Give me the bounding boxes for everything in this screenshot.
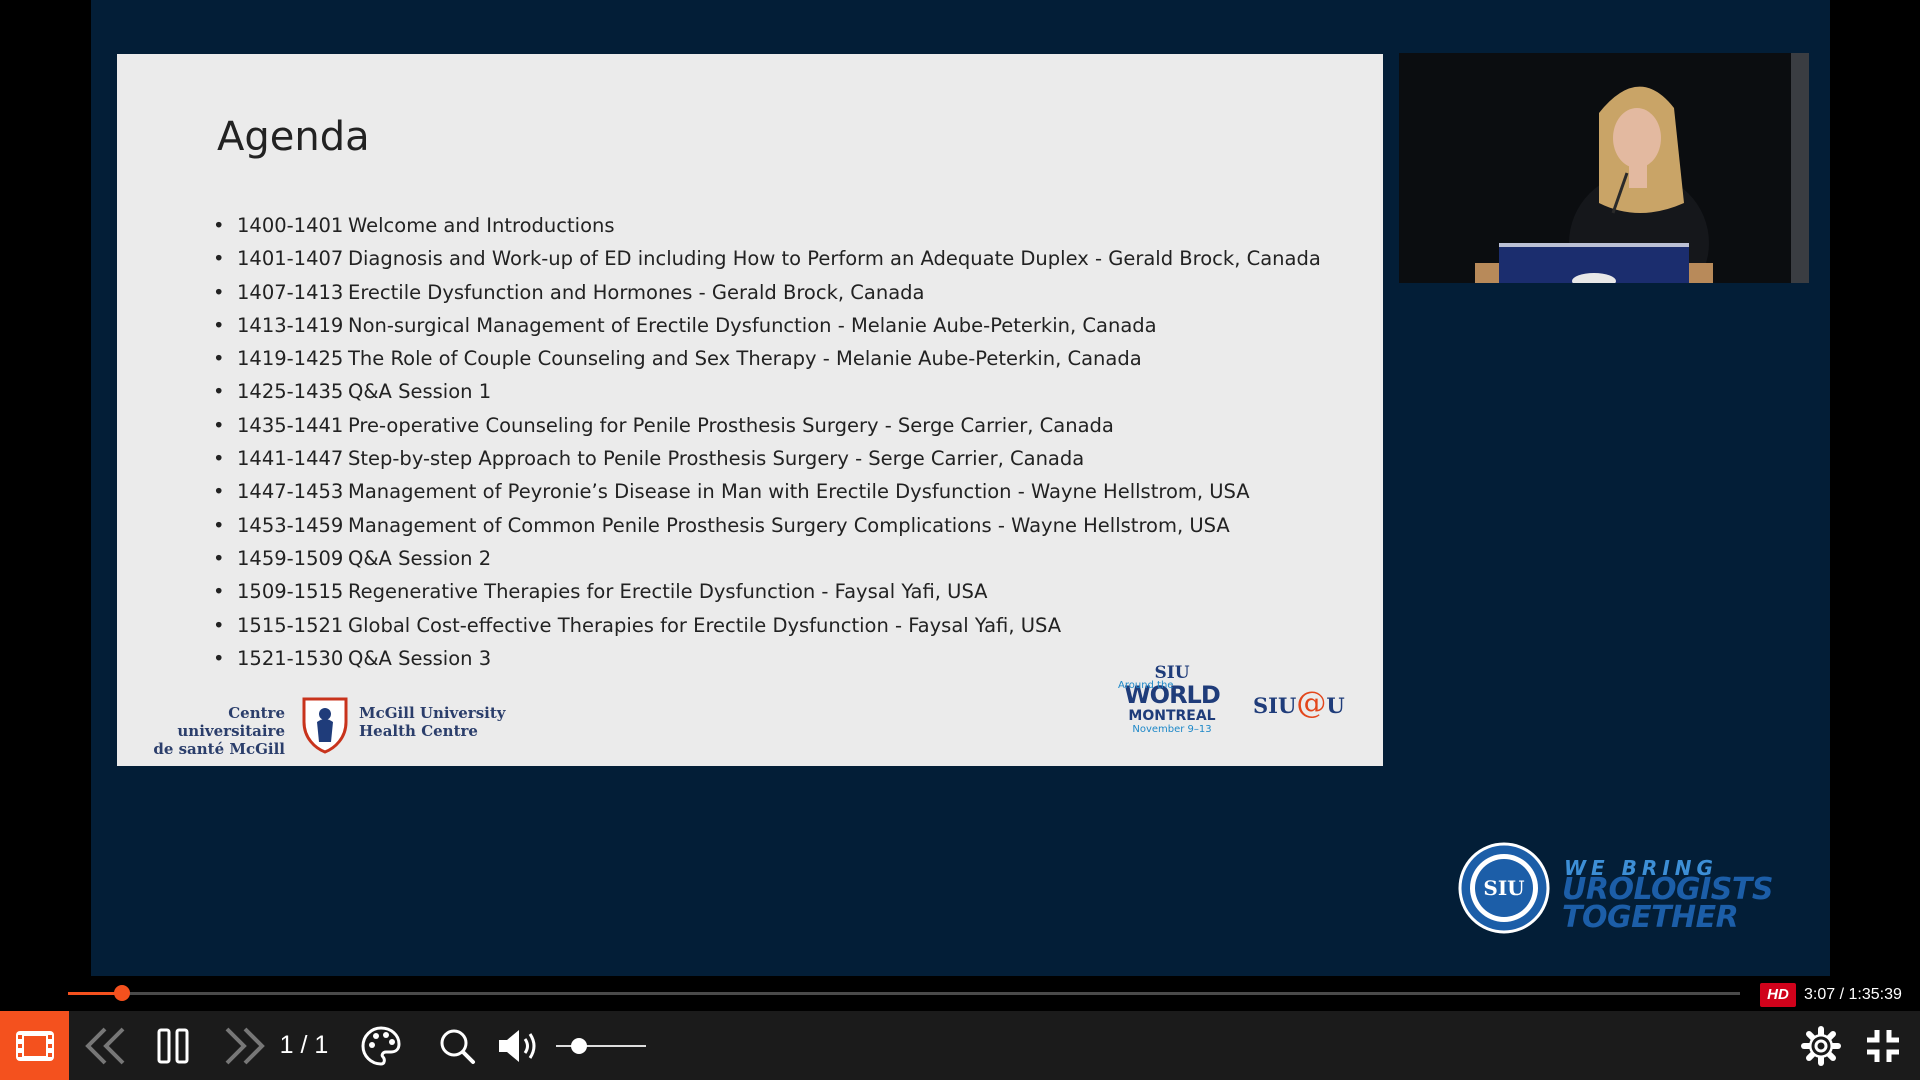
siu-world-city: MONTREAL (1128, 708, 1216, 724)
agenda-item: 1459-1509Q&A Session 2 (213, 542, 1321, 576)
agenda-time: 1509-1515 (237, 580, 344, 604)
agenda-item: 1425-1435Q&A Session 1 (213, 375, 1321, 409)
agenda-time: 1459-1509 (237, 546, 344, 570)
palette-icon (361, 1025, 401, 1066)
siu-around-the-world-logo: SIU Around the WORLD MONTREAL November 9… (1117, 664, 1227, 754)
agenda-topic: The Role of Couple Counseling and Sex Th… (348, 347, 1142, 371)
agenda-time: 1453-1459 (237, 513, 344, 537)
exit-fullscreen-button[interactable] (1858, 1011, 1908, 1080)
agenda-topic: Erectile Dysfunction and Hormones - Gera… (348, 280, 925, 304)
page-indicator: 1 / 1 (279, 1031, 329, 1059)
cusm-muhc-logo: Centre universitaire de santé McGill McG… (133, 694, 513, 758)
cusm-name-line: de santé McGill (153, 740, 285, 758)
double-chevron-left-icon (85, 1027, 125, 1064)
agenda-topic: Welcome and Introductions (348, 214, 615, 237)
agenda-time: 1401-1407 (237, 247, 344, 271)
agenda-time: 1407-1413 (237, 280, 344, 304)
siu-at-u-logo: SIU@U (1253, 686, 1345, 721)
siu-seal-logo: SIU (1458, 842, 1550, 934)
agenda-time: 1515-1521 (237, 613, 344, 637)
agenda-item: 1453-1459Management of Common Penile Pro… (213, 509, 1321, 543)
presentation-slide: Agenda 1400-1401Welcome and Introduction… (117, 54, 1383, 766)
agenda-topic: Diagnosis and Work-up of ED including Ho… (348, 247, 1321, 271)
cusm-french-name: Centre universitaire de santé McGill (133, 704, 285, 758)
siu-at-u-prefix: SIU (1253, 693, 1297, 718)
agenda-topic: Q&A Session 2 (348, 546, 492, 570)
player-control-bar: 1 / 1 (0, 1011, 1920, 1080)
agenda-topic: Step-by-step Approach to Penile Prosthes… (348, 447, 1085, 471)
slide-title: Agenda (217, 114, 370, 160)
previous-button[interactable] (78, 1011, 134, 1080)
next-button[interactable] (216, 1011, 272, 1080)
pause-icon (157, 1028, 189, 1063)
agenda-topic: Management of Common Penile Prosthesis S… (348, 513, 1230, 537)
agenda-topic: Q&A Session 3 (348, 646, 492, 670)
volume-button[interactable] (494, 1011, 544, 1080)
siu-at-u-at: @ (1296, 686, 1327, 721)
agenda-item: 1413-1419Non-surgical Management of Erec… (213, 309, 1321, 343)
agenda-time: 1441-1447 (237, 447, 344, 471)
pause-button[interactable] (150, 1011, 196, 1080)
agenda-item: 1447-1453Management of Peyronie’s Diseas… (213, 475, 1321, 509)
agenda-time: 1425-1435 (237, 380, 344, 404)
settings-button[interactable] (1796, 1011, 1846, 1080)
film-strip-icon (15, 1030, 54, 1061)
video-stage[interactable]: Agenda 1400-1401Welcome and Introduction… (91, 0, 1830, 976)
zoom-button[interactable] (432, 1011, 482, 1080)
speaker-icon (499, 1029, 536, 1062)
agenda-topic: Pre-operative Counseling for Penile Pros… (348, 413, 1114, 437)
agenda-time: 1447-1453 (237, 480, 344, 504)
time-display: 3:07 / 1:35:39 (1804, 986, 1902, 1003)
shield-icon (302, 697, 348, 754)
chapters-button[interactable] (0, 1011, 69, 1080)
agenda-time: 1419-1425 (237, 347, 344, 371)
agenda-topic: Non-surgical Management of Erectile Dysf… (348, 313, 1157, 337)
agenda-item: 1401-1407Diagnosis and Work-up of ED inc… (213, 242, 1321, 276)
siu-seal-text: SIU (1483, 876, 1524, 900)
volume-handle[interactable] (570, 1038, 587, 1054)
palette-button[interactable] (356, 1011, 406, 1080)
muhc-name-line: McGill University (359, 704, 506, 722)
muhc-english-name: McGill University Health Centre (359, 704, 506, 740)
volume-slider[interactable] (556, 1045, 646, 1047)
agenda-item: 1441-1447Step-by-step Approach to Penile… (213, 442, 1321, 476)
siu-world-around: Around the (1118, 680, 1174, 691)
agenda-topic: Regenerative Therapies for Erectile Dysf… (348, 580, 988, 604)
agenda-topic: Global Cost-effective Therapies for Erec… (348, 613, 1062, 637)
hd-badge[interactable]: HD (1760, 983, 1796, 1007)
double-chevron-right-icon (225, 1027, 265, 1064)
agenda-topic: Management of Peyronie’s Disease in Man … (348, 480, 1250, 504)
agenda-time: 1521-1530 (237, 646, 344, 670)
agenda-item: 1419-1425The Role of Couple Counseling a… (213, 342, 1321, 376)
agenda-item: 1435-1441Pre-operative Counseling for Pe… (213, 409, 1321, 443)
compress-icon (1867, 1029, 1899, 1062)
progress-bar[interactable] (68, 985, 1740, 1001)
agenda-item: 1400-1401Welcome and Introductions (213, 209, 1321, 243)
agenda-time: 1400-1401 (237, 214, 344, 237)
agenda-item: 1407-1413Erectile Dysfunction and Hormon… (213, 276, 1321, 310)
brand-tagline-main: UROLOGISTS TOGETHER (1562, 875, 1773, 935)
brand-tagline-line3: TOGETHER (1562, 900, 1739, 935)
siu-brand-banner: SIU WE BRING UROLOGISTS TOGETHER (1458, 842, 1773, 934)
siu-at-u-suffix: U (1326, 693, 1345, 718)
gear-icon (1801, 1025, 1841, 1066)
agenda-time: 1413-1419 (237, 313, 344, 337)
agenda-item: 1515-1521Global Cost-effective Therapies… (213, 609, 1321, 643)
agenda-item: 1509-1515Regenerative Therapies for Erec… (213, 575, 1321, 609)
muhc-name-line: Health Centre (359, 722, 478, 740)
agenda-topic: Q&A Session 1 (348, 380, 492, 404)
magnifier-icon (440, 1029, 475, 1064)
cusm-name-line: Centre universitaire (177, 704, 285, 740)
siu-world-dates: November 9–13 (1132, 724, 1212, 735)
agenda-list: 1400-1401Welcome and Introductions 1401-… (213, 209, 1321, 675)
speaker-image (1399, 53, 1809, 283)
agenda-time: 1435-1441 (237, 413, 344, 437)
progress-handle[interactable] (113, 985, 130, 1001)
speaker-video (1399, 53, 1809, 283)
